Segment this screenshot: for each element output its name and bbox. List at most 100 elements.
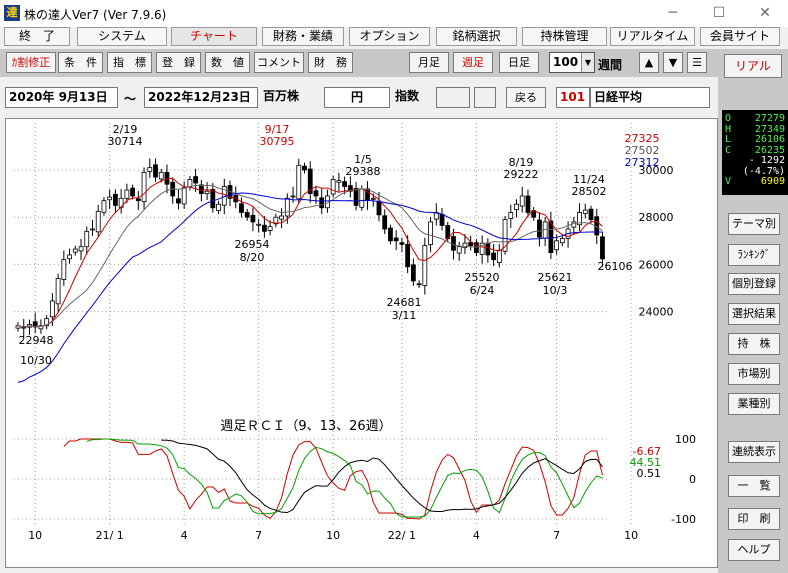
- back-button[interactable]: 戻る: [506, 87, 546, 108]
- time-tick-label: 10: [28, 529, 42, 542]
- currency-field[interactable]: 円: [324, 87, 390, 108]
- right-panel: リアル O 27279 H 27349 L 26106 C 26235 - 1292 (…: [718, 49, 788, 573]
- candle-body: [336, 180, 342, 183]
- candle-body: [462, 242, 468, 249]
- candle-body: [198, 184, 204, 194]
- candle-body: [176, 198, 181, 204]
- date-to[interactable]: 2022年12月23日: [144, 87, 258, 108]
- info-bar: 2020年 9月13日 ～ 2022年12月23日 百万株 円 指数 戻る 10…: [0, 85, 718, 111]
- ranking-button[interactable]: ﾗﾝｷﾝｸﾞ: [728, 244, 780, 266]
- individual-register-button[interactable]: 個別登録: [728, 273, 780, 295]
- time-tick-label: 22/ 1: [388, 529, 416, 542]
- candle-body: [376, 200, 382, 216]
- tab-member-site[interactable]: 会員サイト: [700, 27, 780, 46]
- tab-exit[interactable]: 終 了: [4, 27, 70, 46]
- tab-financials[interactable]: 財務・業績: [262, 27, 344, 46]
- split-adjust-button[interactable]: ｶ割修正: [6, 52, 56, 73]
- candle-body: [359, 188, 365, 208]
- candle-body: [61, 259, 67, 280]
- volume-label: V: [725, 176, 732, 187]
- weekly-button[interactable]: 週足: [453, 52, 493, 73]
- high-price-label: 29222: [504, 168, 539, 181]
- realtime-button[interactable]: リアル: [724, 54, 782, 78]
- candlestick-chart[interactable]: 3000028000260002400010 21/ 1 4 7 10 22/ 1 4 7 10…: [6, 119, 717, 567]
- candle-body: [393, 237, 399, 242]
- candle-body: [399, 242, 405, 245]
- candle-body: [101, 200, 107, 213]
- monthly-button[interactable]: 月足: [409, 52, 449, 73]
- continuous-display-button[interactable]: 連続表示: [728, 441, 780, 463]
- candle-body: [153, 164, 158, 178]
- candle-body: [84, 230, 90, 248]
- help-button[interactable]: ヘルプ: [728, 539, 780, 561]
- by-market-button[interactable]: 市場別: [728, 363, 780, 385]
- chart-panel[interactable]: 30000 28000 26000 24000 10 21/ 1 4 7 10 22/ 1 4 7 10…: [5, 118, 718, 568]
- candle-body: [95, 210, 101, 233]
- tab-options[interactable]: オプション: [349, 27, 430, 46]
- chevron-down-icon[interactable]: ▼: [581, 53, 594, 72]
- index-field-1[interactable]: [436, 87, 470, 108]
- menu-icon[interactable]: ☰: [687, 52, 707, 73]
- candle-body: [67, 254, 72, 260]
- by-industry-button[interactable]: 業種別: [728, 393, 780, 415]
- candle-body: [588, 208, 594, 220]
- finance-button[interactable]: 財 務: [308, 52, 353, 73]
- condition-button[interactable]: 条 件: [58, 52, 103, 73]
- selection-result-button[interactable]: 選択結果: [728, 303, 780, 325]
- print-button[interactable]: 印 刷: [728, 508, 780, 530]
- period-count-value: 100: [553, 55, 579, 69]
- candle-body: [107, 196, 113, 201]
- candle-body: [250, 214, 256, 223]
- low-price-label: 25520: [465, 271, 500, 284]
- minimize-button[interactable]: ─: [650, 0, 696, 27]
- indicator-button[interactable]: 指 標: [107, 52, 152, 73]
- rci-tick-label: -100: [671, 513, 696, 526]
- rci-tick-label: 0: [689, 473, 696, 486]
- candle-body: [582, 209, 588, 214]
- ma-legend-value: 27312: [625, 156, 660, 169]
- candle-body: [525, 195, 531, 213]
- last-price-label: 26106: [598, 260, 633, 273]
- stock-code[interactable]: 101: [556, 87, 590, 108]
- values-button[interactable]: 数 値: [205, 52, 250, 73]
- down-arrow-button[interactable]: ▼: [663, 52, 683, 73]
- low-date-label: 10/30: [20, 354, 52, 367]
- comment-button[interactable]: コメント: [254, 52, 304, 73]
- tab-holdings[interactable]: 持株管理: [522, 27, 607, 46]
- rci-13-line: [86, 438, 603, 518]
- date-from[interactable]: 2020年 9月13日: [5, 87, 118, 108]
- candle-body: [210, 188, 216, 209]
- candle-body: [164, 171, 170, 185]
- by-theme-button[interactable]: テーマ別: [728, 213, 780, 235]
- up-arrow-button[interactable]: ▲: [639, 52, 659, 73]
- candle-body: [428, 221, 433, 245]
- candle-body: [330, 179, 336, 195]
- candle-body: [90, 228, 95, 231]
- tab-system[interactable]: システム: [77, 27, 167, 46]
- maximize-button[interactable]: ☐: [696, 0, 742, 27]
- candle-body: [181, 187, 187, 205]
- candle-body: [187, 179, 193, 188]
- tab-stock-select[interactable]: 銘柄選択: [436, 27, 517, 46]
- open-label: O: [725, 113, 732, 124]
- title-bar: 達 株の達人Ver7 (Ver 7.9.6) ─ ☐ ✕: [0, 0, 788, 27]
- stock-name: 日経平均: [590, 87, 710, 108]
- register-button[interactable]: 登 録: [156, 52, 201, 73]
- list-button[interactable]: 一 覧: [728, 475, 780, 497]
- candle-body: [519, 195, 525, 207]
- candle-body: [410, 264, 416, 282]
- candle-body: [319, 197, 325, 209]
- candle-body: [216, 203, 221, 211]
- candle-body: [514, 203, 519, 211]
- candle-body: [559, 238, 565, 244]
- candle-body: [158, 171, 164, 180]
- daily-button[interactable]: 日足: [499, 52, 539, 73]
- close-button[interactable]: ✕: [742, 0, 788, 27]
- tab-chart[interactable]: チャート: [171, 27, 257, 46]
- tab-realtime[interactable]: リアルタイム: [610, 27, 695, 46]
- candle-body: [279, 215, 284, 220]
- index-field-2[interactable]: [474, 87, 496, 108]
- rci-legend-value: 0.51: [637, 467, 662, 480]
- holdings-button[interactable]: 持 株: [728, 333, 780, 355]
- high-price-label: 29388: [346, 165, 381, 178]
